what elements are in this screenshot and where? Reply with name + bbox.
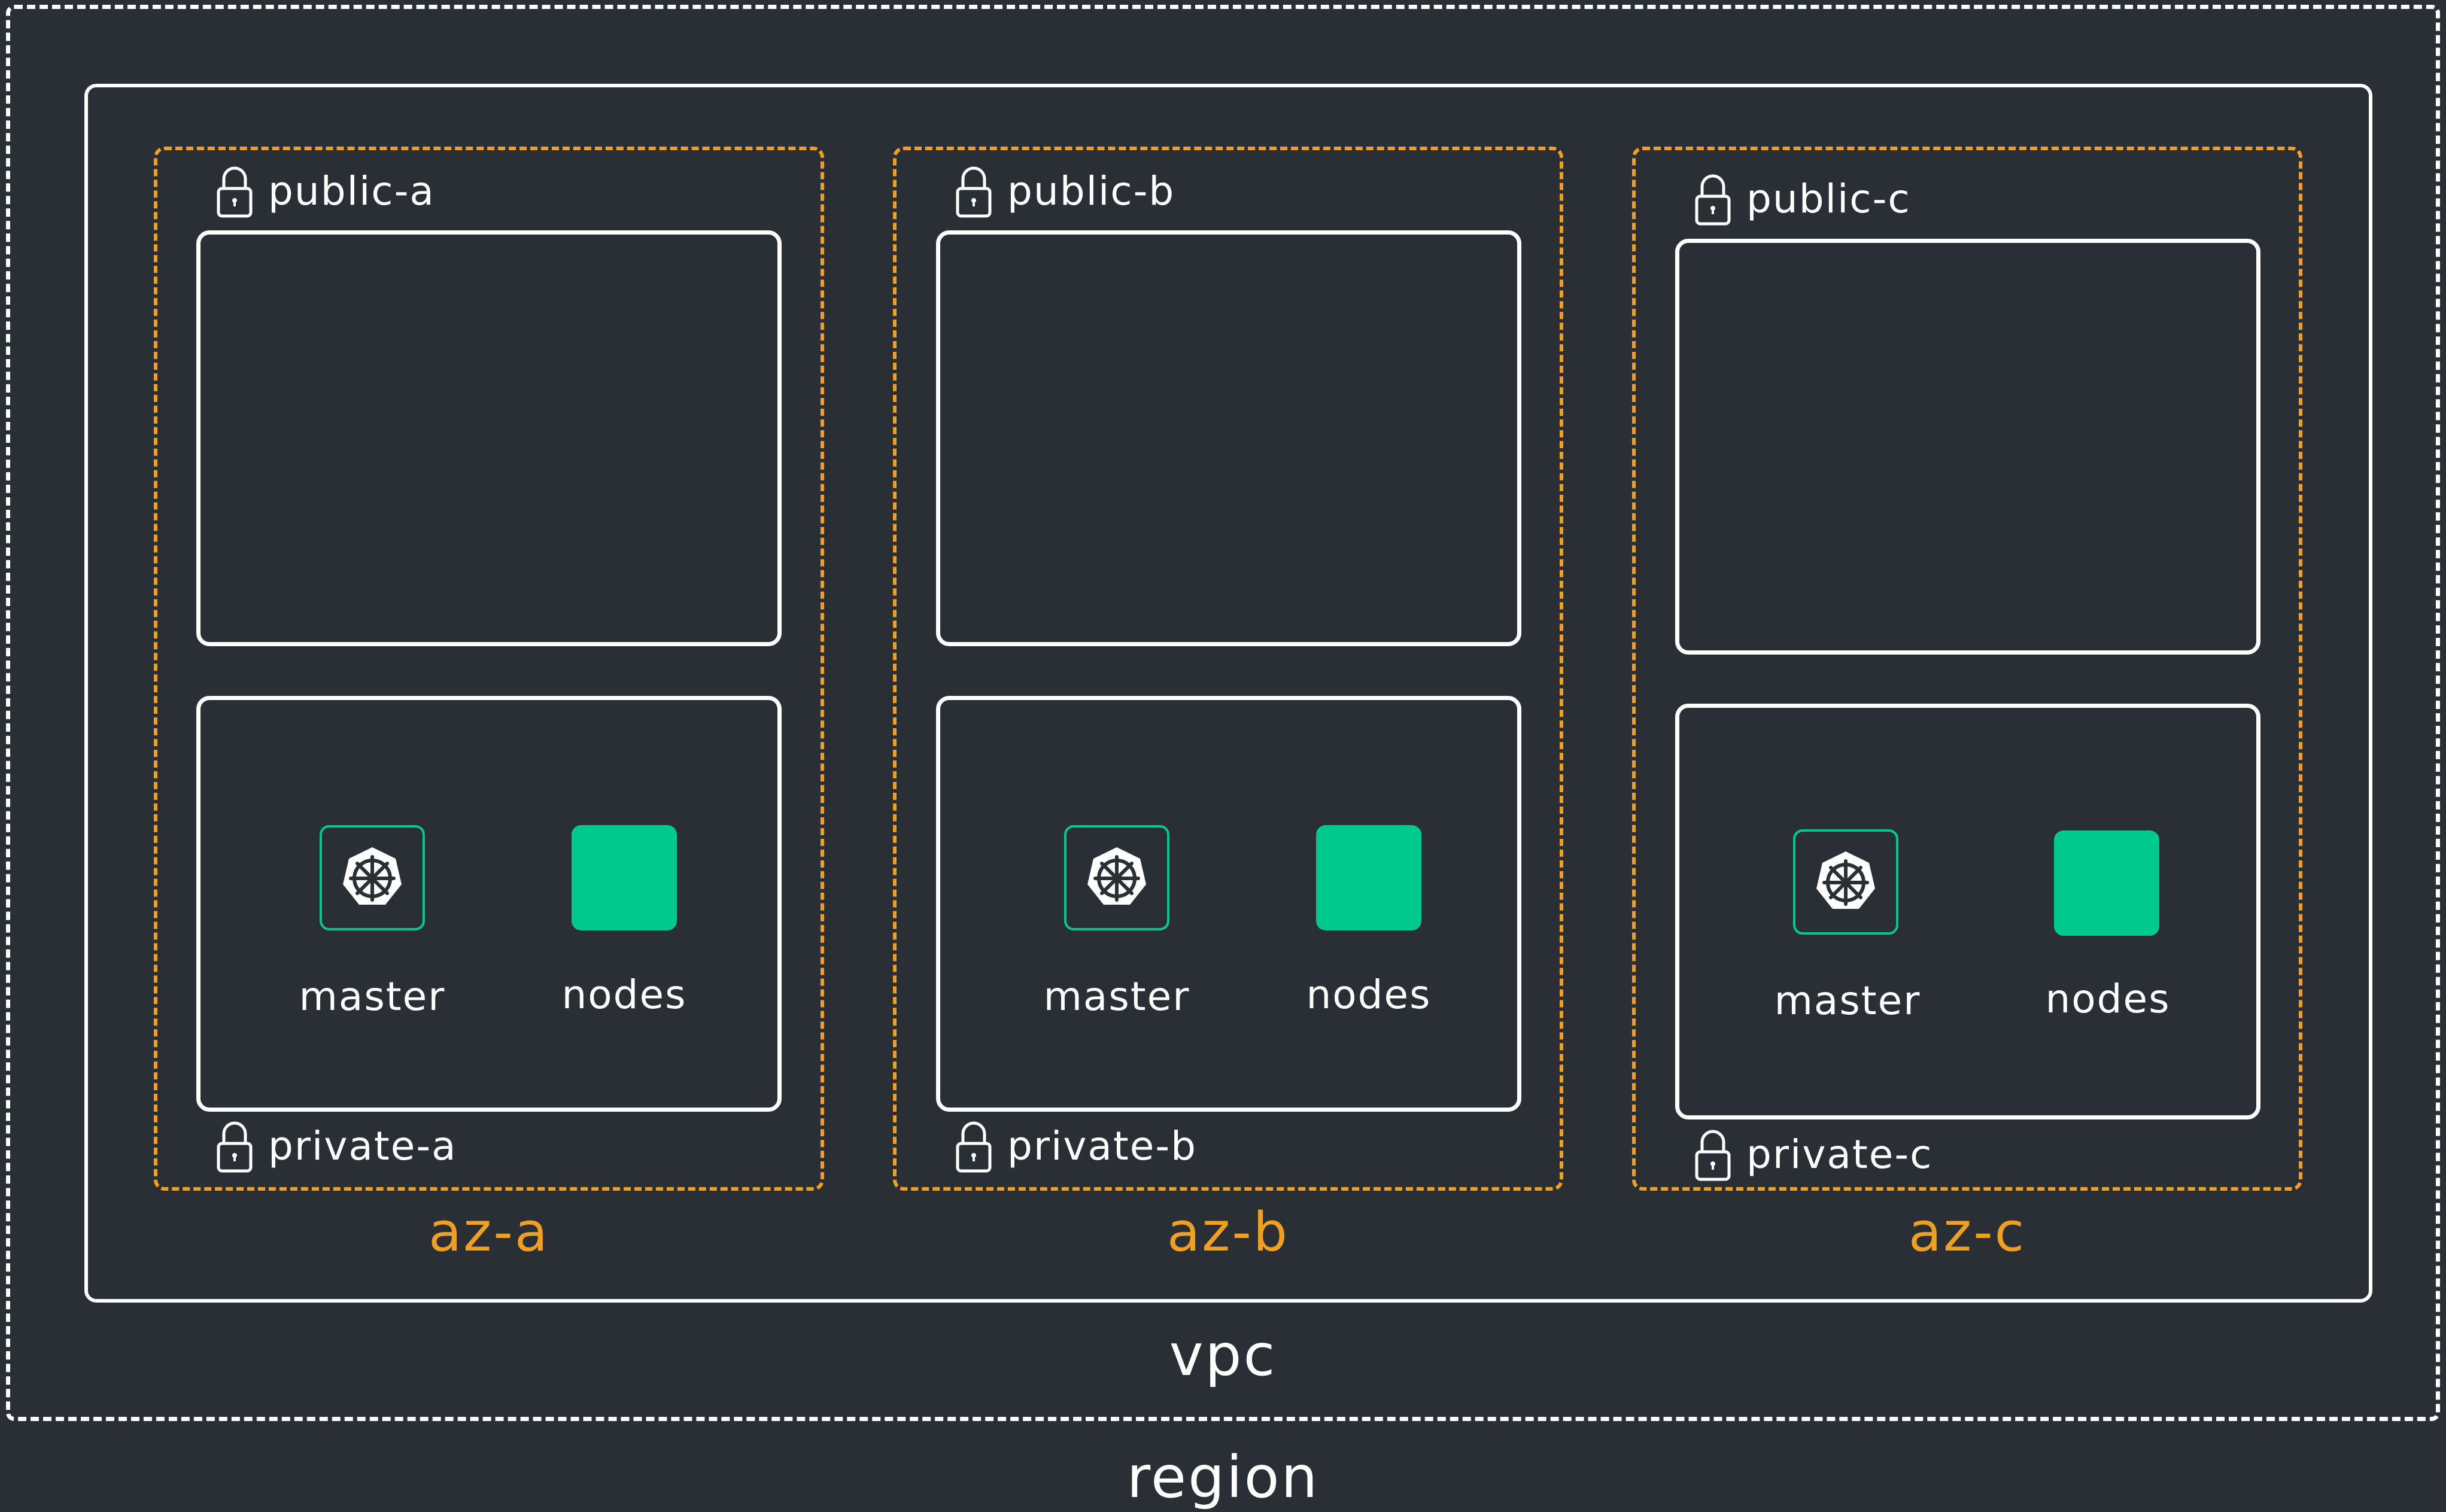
kubernetes-helm-icon xyxy=(1087,847,1146,905)
master-tile xyxy=(1064,825,1169,930)
public-subnet-a-label: public-a xyxy=(215,165,435,218)
nodes-tile xyxy=(2054,830,2159,936)
public-subnet-c-label: public-c xyxy=(1694,172,1911,226)
private-subnet-c-label: private-c xyxy=(1694,1128,1933,1182)
public-subnet-a xyxy=(196,230,782,646)
public-subnet-c-name: public-c xyxy=(1746,176,1911,222)
nodes-label: nodes xyxy=(561,972,687,1018)
private-subnet-c: master nodes xyxy=(1675,704,2260,1119)
private-subnet-a: master nodes xyxy=(196,696,782,1112)
az-c-label: az-c xyxy=(1908,1201,2026,1264)
kubernetes-helm-icon xyxy=(1816,851,1875,909)
master-tile xyxy=(320,825,425,930)
public-subnet-b xyxy=(936,230,1521,646)
private-subnet-b: master nodes xyxy=(936,696,1521,1112)
master-tile xyxy=(1793,829,1898,935)
public-subnet-b-label: public-b xyxy=(955,165,1175,218)
private-subnet-a-name: private-a xyxy=(268,1123,457,1169)
public-subnet-b-name: public-b xyxy=(1007,168,1175,214)
public-subnet-c xyxy=(1675,239,2260,655)
lock-icon xyxy=(956,166,992,218)
private-subnet-c-name: private-c xyxy=(1746,1131,1933,1178)
vpc-label: vpc xyxy=(1169,1322,1277,1389)
nodes-label: nodes xyxy=(2045,976,2171,1022)
lock-icon xyxy=(217,1121,253,1173)
master-label: master xyxy=(299,973,446,1020)
private-subnet-b-name: private-b xyxy=(1007,1123,1198,1169)
lock-icon xyxy=(956,1121,992,1173)
kubernetes-helm-icon xyxy=(343,847,402,905)
az-a-label: az-a xyxy=(428,1201,550,1264)
nodes-tile xyxy=(572,825,677,930)
master-label: master xyxy=(1043,973,1190,1020)
az-b-label: az-b xyxy=(1167,1201,1289,1264)
lock-icon xyxy=(1695,174,1731,226)
master-label: master xyxy=(1774,978,1921,1024)
nodes-tile xyxy=(1316,825,1421,930)
lock-icon xyxy=(1695,1130,1731,1181)
public-subnet-a-name: public-a xyxy=(268,168,435,214)
lock-icon xyxy=(217,166,253,218)
private-subnet-a-label: private-a xyxy=(215,1119,457,1173)
nodes-label: nodes xyxy=(1306,972,1432,1018)
region-label: region xyxy=(1126,1444,1320,1511)
private-subnet-b-label: private-b xyxy=(955,1119,1197,1173)
